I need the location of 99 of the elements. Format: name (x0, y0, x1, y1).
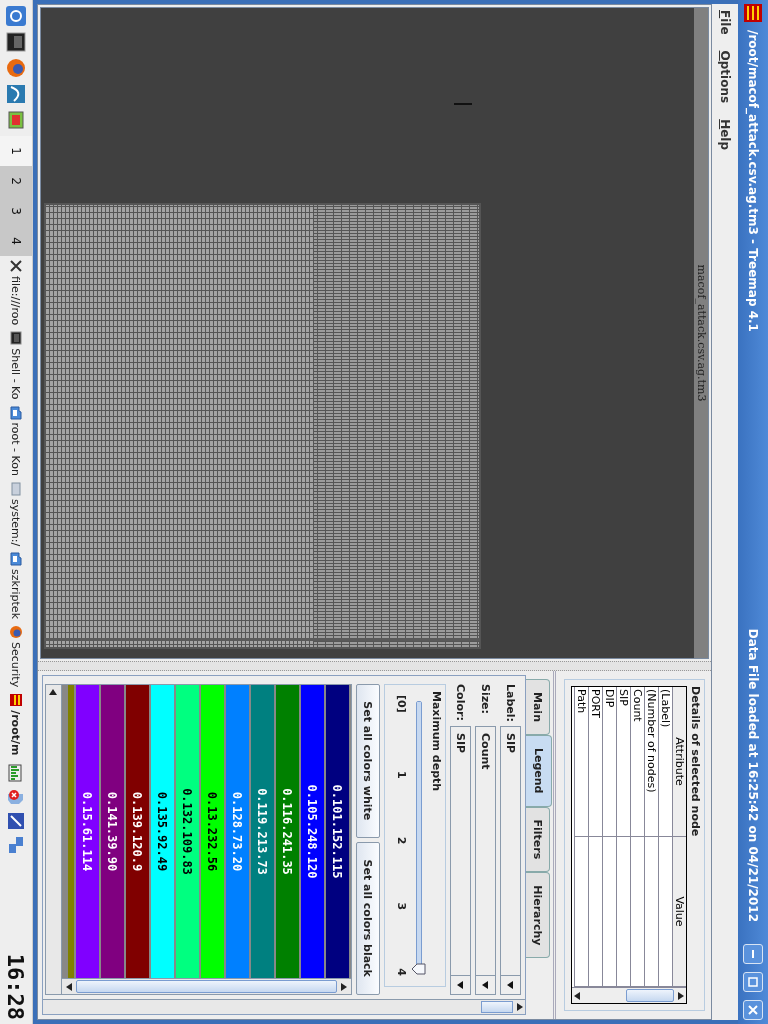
color-swatch[interactable]: 0.128.73.20 (226, 685, 249, 978)
maximize-button[interactable] (743, 972, 763, 992)
column-header: Value (672, 837, 686, 987)
chart-icon[interactable] (6, 84, 26, 104)
desktop-button[interactable]: 2 (0, 166, 32, 196)
minimize-icon (752, 950, 754, 958)
scroll-up-icon (676, 990, 686, 1001)
tick-label: 1 (395, 770, 408, 779)
color-swatch[interactable]: 0.101.152.115 (326, 685, 349, 978)
caret-icon (480, 980, 491, 990)
action-button[interactable]: Set all colors black (356, 841, 380, 995)
close-icon (748, 1005, 758, 1015)
taskbar-button[interactable]: Security (0, 622, 32, 691)
scroll-left-icon (48, 687, 59, 697)
column-header: Attribute (672, 688, 686, 837)
group-title: Maximum depth (430, 691, 443, 794)
terminal-icon (9, 331, 23, 346)
globe-icon[interactable] (6, 58, 26, 78)
color-swatch[interactable]: 0.119.213.73 (251, 685, 274, 978)
taskbar-button[interactable]: root - Kon (0, 402, 32, 479)
start-menu-icon[interactable] (6, 6, 26, 26)
close-button[interactable] (743, 1000, 763, 1020)
taskbar-button[interactable]: Shell - Ko (0, 328, 32, 403)
tick-label: 3 (395, 902, 408, 911)
computer-icon (9, 481, 23, 496)
terminal-icon[interactable] (6, 32, 26, 52)
tick-label: 2 (395, 836, 408, 845)
menu-item[interactable]: Options (718, 50, 732, 104)
maximize-icon (748, 977, 758, 987)
table-cell: PORT (588, 688, 602, 837)
scroll-down-icon (572, 990, 582, 1001)
tick-label: 4 (395, 968, 408, 976)
color-swatch[interactable]: 0.132.109.83 (176, 685, 199, 978)
caret-icon (505, 980, 516, 990)
speaker-muted-icon[interactable] (7, 788, 25, 807)
scroll-up-icon (515, 1002, 525, 1012)
pen-icon[interactable] (7, 812, 25, 831)
x-icon (9, 259, 23, 273)
taskbar-button[interactable]: szkriptek (0, 549, 32, 622)
scrollbar[interactable] (43, 999, 525, 1014)
scrollbar-thumb[interactable] (481, 1001, 513, 1013)
scroll-down-icon (64, 981, 74, 992)
color-swatch[interactable]: 0.105.248.120 (301, 685, 324, 978)
field-label: Size: (479, 684, 492, 716)
scrollbar[interactable] (62, 978, 351, 994)
scrollbar[interactable] (46, 685, 62, 994)
window-title: /root/macof_attack.csv.ag.tm3 - Treemap 4.1 (746, 30, 760, 332)
color-swatch[interactable]: 0.139.120.9 (126, 685, 149, 978)
color-swatch[interactable]: 0.141.39.90 (101, 685, 124, 978)
table-cell: (Number of nodes) (644, 688, 658, 837)
table-cell: (Label) (658, 688, 672, 837)
taskbar-button[interactable]: system:/ (0, 478, 32, 550)
scrollbar-thumb[interactable] (76, 980, 337, 993)
table-cell: Path (574, 688, 588, 837)
splitter-bar[interactable] (38, 661, 711, 671)
box-icon[interactable] (6, 110, 26, 130)
tab[interactable]: Filters (526, 806, 550, 873)
dropdown[interactable]: Count (475, 726, 496, 995)
color-swatch[interactable]: 0.15.61.114 (76, 685, 99, 978)
tab[interactable]: Hierarchy (526, 872, 550, 959)
action-button[interactable]: Set all colors white (356, 684, 380, 838)
meter-icon[interactable] (7, 764, 25, 783)
color-swatch[interactable]: 0.116.241.35 (276, 685, 299, 978)
caret-icon (455, 980, 466, 990)
scroll-up-icon (339, 981, 349, 992)
folder-icon (9, 405, 23, 420)
desktop-button[interactable]: 4 (0, 226, 32, 256)
table-cell: Count (630, 688, 644, 837)
app-logo-icon (9, 693, 23, 708)
desktop-button[interactable]: 1 (0, 136, 32, 166)
taskbar-button[interactable]: file:///roo (0, 256, 32, 329)
menu-item[interactable]: Help (718, 119, 732, 151)
dropdown[interactable]: SIP (500, 726, 521, 995)
network-icon[interactable] (7, 836, 25, 855)
treemap-title: macof_attack.csv.ag.tm3 (694, 8, 708, 658)
taskbar-button[interactable]: /root/m (0, 690, 32, 759)
field-label: Label: (504, 684, 517, 720)
tab[interactable]: Main (526, 679, 550, 735)
table-cell: DIP (602, 688, 616, 837)
minimize-button[interactable] (743, 944, 763, 964)
color-swatch[interactable]: 0.135.92.49 (151, 685, 174, 978)
scrollbar[interactable] (572, 987, 686, 1002)
desktop-button[interactable]: 3 (0, 196, 32, 226)
folder-icon (9, 552, 23, 567)
tick-label: [0] (395, 695, 408, 713)
tab[interactable]: Legend (526, 735, 552, 807)
slider-thumb[interactable] (411, 963, 426, 975)
color-swatch[interactable] (68, 685, 74, 978)
menu-item[interactable]: File (718, 10, 732, 35)
globe-icon (9, 625, 23, 639)
table-cell: SIP (616, 688, 630, 837)
field-label: Color: (454, 684, 467, 720)
status-message: Data File loaded at 16:25:42 on 04/21/2012 (746, 628, 760, 922)
clock: 16:28 (3, 953, 29, 1022)
color-swatch[interactable]: 0.13.232.56 (201, 685, 224, 978)
dropdown[interactable]: SIP (450, 726, 471, 995)
section-title: Details of selected node (689, 686, 702, 839)
app-logo-icon (744, 4, 762, 22)
scrollbar-thumb[interactable] (626, 989, 674, 1002)
